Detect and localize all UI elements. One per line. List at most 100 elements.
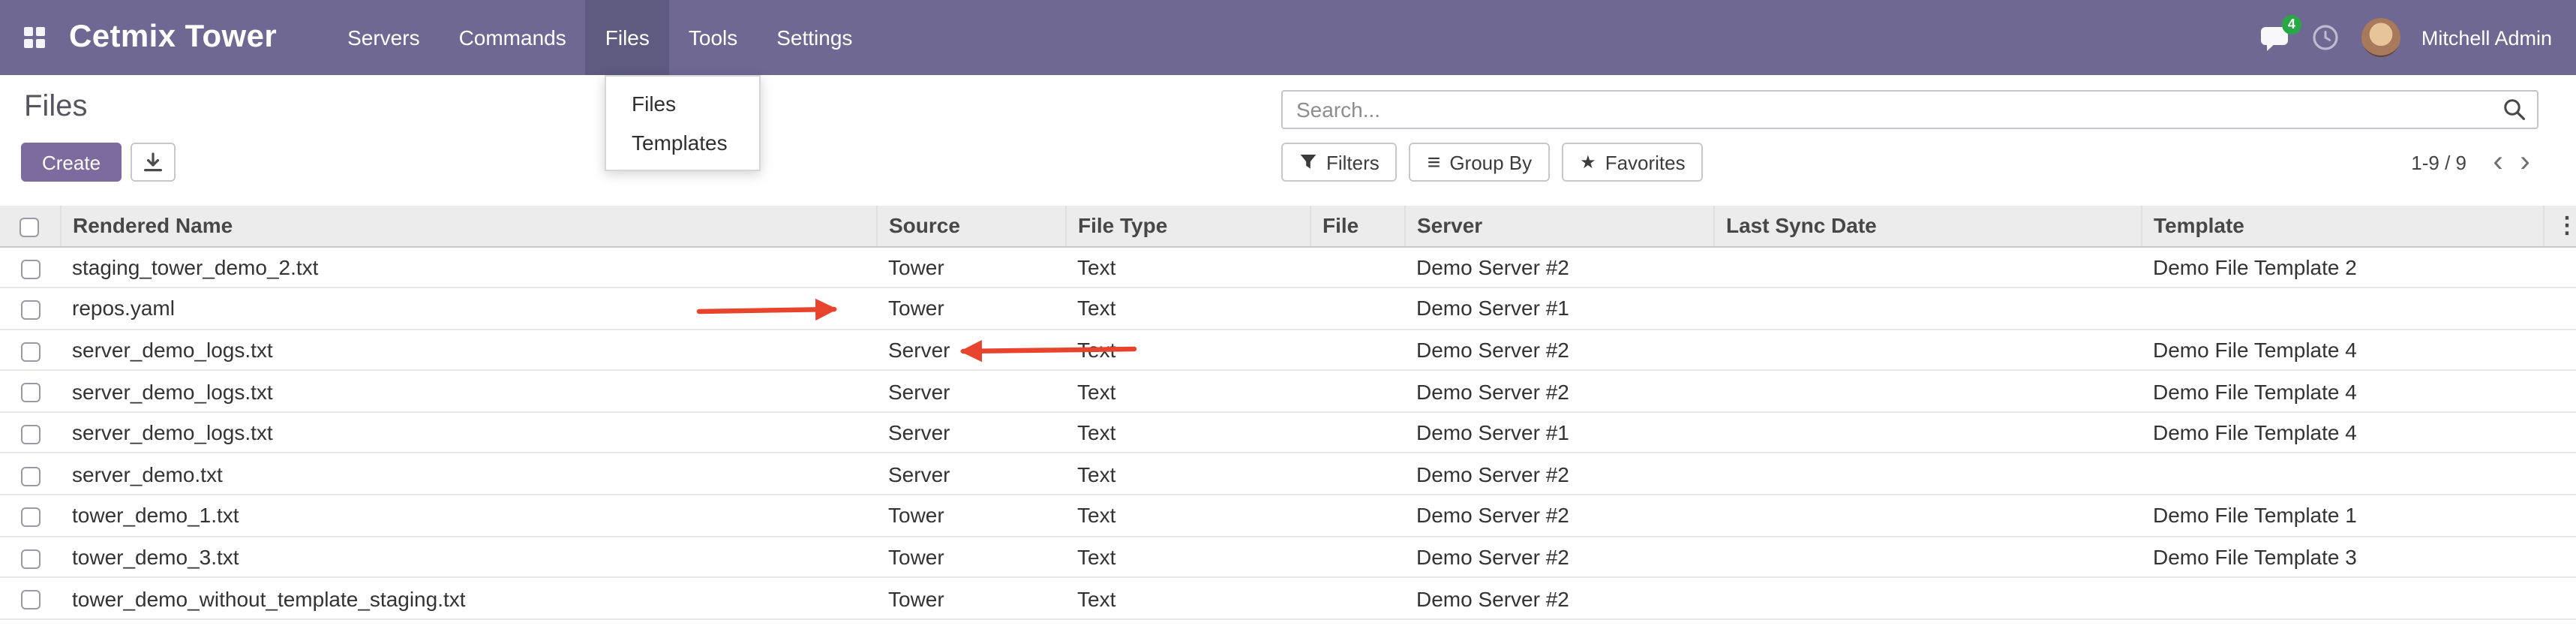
dropdown-item-files[interactable]: Files <box>606 84 759 123</box>
cell-server[interactable]: Demo Server #2 <box>1404 536 1713 577</box>
cell-file-type[interactable]: Text <box>1065 453 1310 495</box>
table-row[interactable]: server_demo_logs.txt Server Text Demo Se… <box>0 412 2576 453</box>
cell-source[interactable]: Server <box>876 453 1065 495</box>
row-checkbox[interactable] <box>20 384 40 403</box>
cell-rendered-name[interactable]: server_demo_logs.txt <box>60 371 876 412</box>
menu-settings[interactable]: Settings <box>757 0 872 75</box>
cell-file[interactable] <box>1310 536 1404 577</box>
cell-last-sync-date[interactable] <box>1713 287 2141 329</box>
cell-template[interactable]: Demo File Template 3 <box>2141 536 2543 577</box>
activities-button[interactable] <box>2310 23 2340 53</box>
cell-template[interactable] <box>2141 287 2543 329</box>
column-header-server[interactable]: Server <box>1404 206 1713 246</box>
cell-server[interactable]: Demo Server #2 <box>1404 371 1713 412</box>
cell-file[interactable] <box>1310 412 1404 453</box>
cell-server[interactable]: Demo Server #1 <box>1404 287 1713 329</box>
table-row[interactable]: server_demo.txt Server Text Demo Server … <box>0 453 2576 495</box>
dropdown-item-templates[interactable]: Templates <box>606 123 759 162</box>
cell-file-type[interactable]: Text <box>1065 371 1310 412</box>
menu-files[interactable]: Files <box>586 0 669 75</box>
cell-source[interactable]: Tower <box>876 495 1065 536</box>
cell-rendered-name[interactable]: tower_demo_without_template_staging.txt <box>60 578 876 619</box>
cell-file-type[interactable]: Text <box>1065 287 1310 329</box>
cell-file[interactable] <box>1310 453 1404 495</box>
cell-file[interactable] <box>1310 246 1404 287</box>
cell-file[interactable] <box>1310 287 1404 329</box>
filters-button[interactable]: Filters <box>1281 143 1398 182</box>
table-row[interactable]: tower_demo_3.txt Tower Text Demo Server … <box>0 536 2576 577</box>
pager-next-button[interactable]: › <box>2511 144 2538 180</box>
cell-source[interactable]: Tower <box>876 578 1065 619</box>
cell-source[interactable]: Tower <box>876 246 1065 287</box>
row-checkbox[interactable] <box>20 549 40 569</box>
cell-last-sync-date[interactable] <box>1713 578 2141 619</box>
cell-rendered-name[interactable]: staging_tower_demo_2.txt <box>60 246 876 287</box>
table-row[interactable]: server_demo_logs.txt Server Text Demo Se… <box>0 329 2576 370</box>
cell-server[interactable]: Demo Server #1 <box>1404 412 1713 453</box>
create-button[interactable]: Create <box>21 143 122 182</box>
app-title[interactable]: Cetmix Tower <box>69 20 277 56</box>
messages-button[interactable]: 4 <box>2259 23 2289 52</box>
cell-file-type[interactable]: Text <box>1065 536 1310 577</box>
cell-source[interactable]: Server <box>876 371 1065 412</box>
cell-rendered-name[interactable]: tower_demo_1.txt <box>60 495 876 536</box>
menu-commands[interactable]: Commands <box>440 0 586 75</box>
cell-template[interactable]: Demo File Template 4 <box>2141 412 2543 453</box>
cell-file-type[interactable]: Text <box>1065 246 1310 287</box>
row-checkbox[interactable] <box>20 425 40 444</box>
optional-columns-button[interactable]: ⋮ <box>2543 206 2576 246</box>
cell-source[interactable]: Tower <box>876 536 1065 577</box>
column-header-file[interactable]: File <box>1310 206 1404 246</box>
cell-last-sync-date[interactable] <box>1713 495 2141 536</box>
cell-rendered-name[interactable]: server_demo_logs.txt <box>60 329 876 370</box>
table-row[interactable]: server_demo_logs.txt Server Text Demo Se… <box>0 371 2576 412</box>
group-by-button[interactable]: ≡ Group By <box>1410 143 1550 182</box>
table-row[interactable]: repos.yaml Tower Text Demo Server #1 <box>0 287 2576 329</box>
cell-last-sync-date[interactable] <box>1713 329 2141 370</box>
row-checkbox[interactable] <box>20 342 40 362</box>
cell-file-type[interactable]: Text <box>1065 412 1310 453</box>
pager-previous-button[interactable]: ‹ <box>2484 144 2511 180</box>
cell-last-sync-date[interactable] <box>1713 371 2141 412</box>
cell-server[interactable]: Demo Server #2 <box>1404 246 1713 287</box>
column-header-template[interactable]: Template <box>2141 206 2543 246</box>
select-all-checkbox[interactable] <box>20 218 40 237</box>
export-button[interactable] <box>131 143 176 182</box>
cell-file-type[interactable]: Text <box>1065 578 1310 619</box>
cell-template[interactable]: Demo File Template 4 <box>2141 371 2543 412</box>
table-row[interactable]: staging_tower_demo_2.txt Tower Text Demo… <box>0 246 2576 287</box>
cell-rendered-name[interactable]: repos.yaml <box>60 287 876 329</box>
cell-last-sync-date[interactable] <box>1713 246 2141 287</box>
search-icon[interactable] <box>2502 98 2526 122</box>
cell-server[interactable]: Demo Server #2 <box>1404 578 1713 619</box>
column-header-rendered-name[interactable]: Rendered Name <box>60 206 876 246</box>
favorites-button[interactable]: ★ Favorites <box>1562 143 1703 182</box>
cell-file[interactable] <box>1310 495 1404 536</box>
cell-source[interactable]: Server <box>876 329 1065 370</box>
cell-server[interactable]: Demo Server #2 <box>1404 453 1713 495</box>
cell-rendered-name[interactable]: server_demo_logs.txt <box>60 412 876 453</box>
cell-file[interactable] <box>1310 329 1404 370</box>
cell-file-type[interactable]: Text <box>1065 329 1310 370</box>
row-checkbox[interactable] <box>20 300 40 320</box>
cell-last-sync-date[interactable] <box>1713 536 2141 577</box>
menu-servers[interactable]: Servers <box>328 0 439 75</box>
cell-server[interactable]: Demo Server #2 <box>1404 329 1713 370</box>
column-header-source[interactable]: Source <box>876 206 1065 246</box>
menu-tools[interactable]: Tools <box>669 0 757 75</box>
row-checkbox[interactable] <box>20 466 40 486</box>
cell-template[interactable] <box>2141 578 2543 619</box>
cell-file[interactable] <box>1310 578 1404 619</box>
row-checkbox[interactable] <box>20 591 40 610</box>
column-header-last-sync-date[interactable]: Last Sync Date <box>1713 206 2141 246</box>
cell-file[interactable] <box>1310 371 1404 412</box>
row-checkbox[interactable] <box>20 507 40 527</box>
cell-template[interactable] <box>2141 453 2543 495</box>
cell-server[interactable]: Demo Server #2 <box>1404 495 1713 536</box>
cell-rendered-name[interactable]: tower_demo_3.txt <box>60 536 876 577</box>
cell-file-type[interactable]: Text <box>1065 495 1310 536</box>
cell-last-sync-date[interactable] <box>1713 412 2141 453</box>
cell-source[interactable]: Tower <box>876 287 1065 329</box>
search-input[interactable] <box>1281 90 2538 129</box>
cell-template[interactable]: Demo File Template 4 <box>2141 329 2543 370</box>
